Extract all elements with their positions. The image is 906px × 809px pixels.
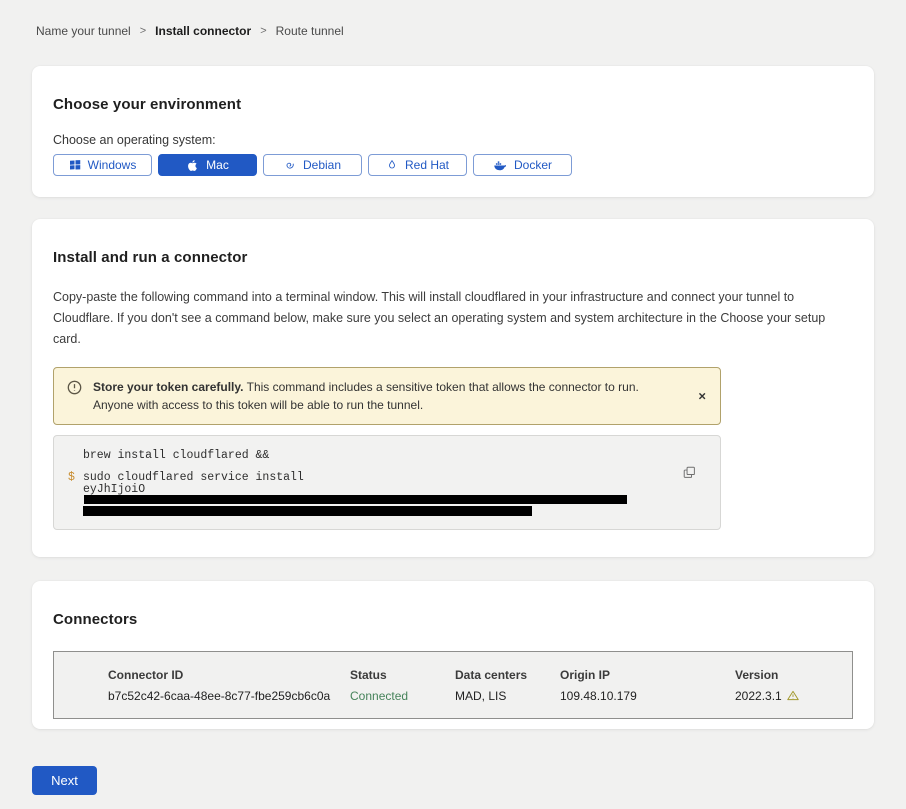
os-button-label: Debian xyxy=(303,158,341,172)
origin-ip-value: 109.48.10.179 xyxy=(560,689,735,703)
os-button-label: Windows xyxy=(88,158,137,172)
redhat-icon xyxy=(386,159,398,171)
page-content: Name your tunnel > Install connector > R… xyxy=(0,0,906,809)
alert-circle-icon xyxy=(67,380,82,400)
col-header-origin-ip: Origin IP xyxy=(560,668,735,682)
os-button-label: Docker xyxy=(514,158,552,172)
install-description: Copy-paste the following command into a … xyxy=(53,287,853,350)
environment-card: Choose your environment Choose an operat… xyxy=(32,66,874,197)
os-button-docker[interactable]: Docker xyxy=(473,154,572,176)
os-button-mac[interactable]: Mac xyxy=(158,154,257,176)
token-warning-banner: Store your token carefully. This command… xyxy=(53,367,721,425)
token-prefix: eyJhIjoiO xyxy=(83,483,145,496)
token-redaction-bar xyxy=(84,495,627,504)
status-badge: Connected xyxy=(350,689,455,703)
install-card-title: Install and run a connector xyxy=(53,249,853,266)
connectors-card-title: Connectors xyxy=(53,611,853,628)
close-icon[interactable]: × xyxy=(694,386,710,407)
col-header-version: Version xyxy=(735,668,852,682)
breadcrumb-separator: > xyxy=(140,25,146,37)
connectors-card: Connectors Connector ID Status Data cent… xyxy=(32,581,874,729)
code-command: $ sudo cloudflared service install eyJhI… xyxy=(83,471,664,516)
col-header-data-centers: Data centers xyxy=(455,668,560,682)
install-command-code-block: brew install cloudflared && $ sudo cloud… xyxy=(53,435,721,530)
version-value: 2022.3.1 xyxy=(735,689,852,703)
breadcrumb-install-connector[interactable]: Install connector xyxy=(155,24,251,38)
debian-icon xyxy=(284,159,296,171)
next-button[interactable]: Next xyxy=(32,766,97,795)
code-line-sudo: sudo cloudflared service install xyxy=(83,471,664,483)
warning-triangle-icon xyxy=(787,690,799,701)
connectors-table: Connector ID Status Data centers Origin … xyxy=(53,651,853,719)
environment-card-title: Choose your environment xyxy=(53,96,853,113)
table-header-row: Connector ID Status Data centers Origin … xyxy=(108,668,852,682)
os-button-group: Windows Mac Debian xyxy=(53,154,853,176)
apple-icon xyxy=(186,159,199,172)
warning-title: Store your token carefully. xyxy=(93,380,244,394)
os-button-windows[interactable]: Windows xyxy=(53,154,152,176)
connector-id-value: b7c52c42-6caa-48ee-8c77-fbe259cb6c0a xyxy=(108,689,350,703)
token-redaction-bar xyxy=(83,506,532,516)
code-line-brew: brew install cloudflared && xyxy=(83,449,664,462)
install-connector-card: Install and run a connector Copy-paste t… xyxy=(32,219,874,557)
os-button-redhat[interactable]: Red Hat xyxy=(368,154,467,176)
breadcrumb: Name your tunnel > Install connector > R… xyxy=(32,0,874,38)
col-header-connector-id: Connector ID xyxy=(108,668,350,682)
os-button-label: Mac xyxy=(206,158,229,172)
col-header-status: Status xyxy=(350,668,455,682)
breadcrumb-separator: > xyxy=(260,25,266,37)
windows-icon xyxy=(69,159,81,171)
os-button-label: Red Hat xyxy=(405,158,449,172)
breadcrumb-name-your-tunnel[interactable]: Name your tunnel xyxy=(36,24,131,38)
os-select-label: Choose an operating system: xyxy=(53,133,853,147)
table-row: b7c52c42-6caa-48ee-8c77-fbe259cb6c0a Con… xyxy=(108,689,852,703)
version-number: 2022.3.1 xyxy=(735,689,782,703)
os-button-debian[interactable]: Debian xyxy=(263,154,362,176)
shell-prompt: $ xyxy=(68,472,75,483)
data-centers-value: MAD, LIS xyxy=(455,689,560,703)
copy-icon[interactable] xyxy=(681,464,698,484)
breadcrumb-route-tunnel[interactable]: Route tunnel xyxy=(276,24,344,38)
code-line-token: eyJhIjoiO xyxy=(83,483,664,506)
docker-icon xyxy=(493,159,507,171)
